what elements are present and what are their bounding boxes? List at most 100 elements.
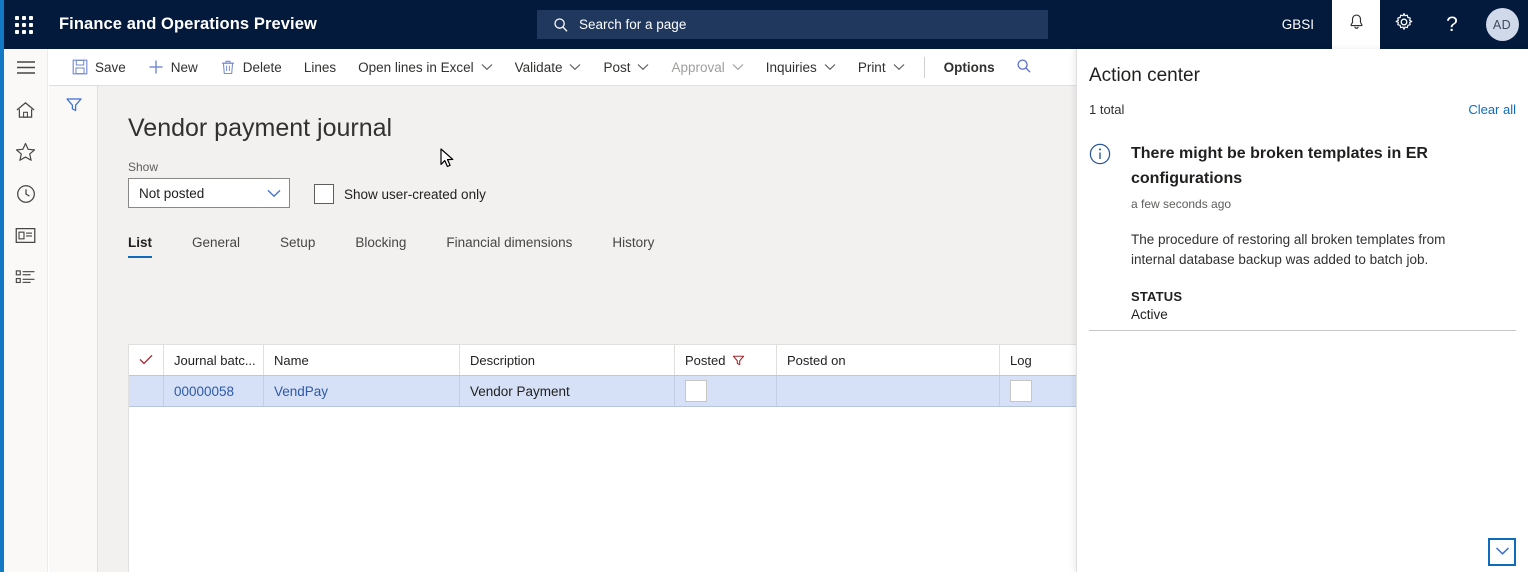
notification-status-label: STATUS — [1131, 289, 1183, 304]
chevron-down-icon — [732, 63, 744, 71]
action-center-title: Action center — [1089, 65, 1200, 86]
settings-button[interactable] — [1380, 0, 1428, 49]
clear-all-button[interactable]: Clear all — [1468, 102, 1516, 117]
help-button[interactable]: ? — [1428, 0, 1476, 49]
column-header-journal-batch[interactable]: Journal batc... — [164, 345, 264, 375]
show-label: Show — [128, 160, 159, 174]
notification-message: The procedure of restoring all broken te… — [1131, 232, 1446, 267]
print-label: Print — [857, 59, 886, 75]
notifications-button[interactable] — [1332, 0, 1380, 49]
print-button[interactable]: Print — [847, 49, 916, 86]
lines-button[interactable]: Lines — [293, 49, 347, 86]
sort-ascending-icon — [256, 353, 263, 367]
tab-setup[interactable]: Setup — [280, 235, 315, 258]
show-user-created-only-label: Show user-created only — [344, 186, 486, 202]
open-lines-in-excel-button[interactable]: Open lines in Excel — [347, 49, 504, 86]
clock-icon — [16, 184, 36, 209]
chevron-down-icon — [481, 63, 493, 71]
column-header-log-label: Log — [1010, 352, 1032, 368]
row-select-cell[interactable] — [129, 376, 164, 406]
save-button[interactable]: Save — [61, 49, 137, 86]
left-navigation-rail — [4, 49, 48, 572]
cell-posted-on[interactable] — [777, 376, 1000, 406]
tab-financial-dimensions[interactable]: Financial dimensions — [446, 235, 572, 258]
tab-blocking[interactable]: Blocking — [355, 235, 406, 258]
select-all-column-header[interactable] — [129, 345, 164, 375]
tab-general[interactable]: General — [192, 235, 240, 258]
tab-list[interactable]: List — [128, 235, 153, 258]
cell-journal-batch[interactable]: 00000058 — [164, 376, 264, 406]
new-label: New — [170, 59, 198, 75]
journal-batch-link[interactable]: 00000058 — [174, 384, 234, 399]
bell-icon — [1347, 13, 1366, 37]
log-checkbox[interactable] — [1010, 380, 1032, 402]
chevron-down-icon — [893, 63, 905, 71]
show-user-created-only-checkbox[interactable]: Show user-created only — [314, 184, 486, 208]
posted-checkbox[interactable] — [685, 380, 707, 402]
show-select[interactable]: Not posted — [128, 178, 290, 208]
notification-item[interactable]: There might be broken templates in ER co… — [1089, 141, 1516, 322]
column-header-description[interactable]: Description — [460, 345, 675, 375]
command-bar-separator — [923, 56, 925, 78]
delete-label: Delete — [242, 59, 282, 75]
plus-icon — [148, 59, 164, 75]
save-label: Save — [95, 59, 126, 75]
search-icon — [1016, 58, 1032, 77]
chevron-down-icon — [267, 186, 281, 201]
chevron-down-icon — [1495, 543, 1510, 561]
column-header-posted-on[interactable]: Posted on — [777, 345, 1000, 375]
list-icon — [15, 268, 36, 292]
sidebar-item-favorites[interactable] — [4, 133, 48, 175]
name-link[interactable]: VendPay — [274, 384, 328, 399]
post-button[interactable]: Post — [592, 49, 660, 86]
left-accent-stripe — [0, 0, 4, 572]
notification-expand-button[interactable] — [1488, 538, 1516, 566]
sidebar-item-recent[interactable] — [4, 175, 48, 217]
column-header-posted-label: Posted — [685, 352, 726, 368]
options-label: Options — [943, 59, 995, 75]
sidebar-item-workspaces[interactable] — [4, 217, 48, 259]
column-header-name[interactable]: Name — [264, 345, 460, 375]
show-select-value: Not posted — [139, 185, 205, 201]
new-button[interactable]: New — [137, 49, 209, 86]
lines-label: Lines — [303, 59, 337, 75]
search-icon — [553, 17, 569, 33]
app-launcher-icon[interactable] — [0, 0, 48, 49]
validate-label: Validate — [514, 59, 563, 75]
post-label: Post — [603, 59, 631, 75]
validate-button[interactable]: Validate — [504, 49, 593, 86]
filter-funnel-button[interactable] — [49, 85, 98, 129]
checkmark-icon — [139, 353, 153, 368]
chevron-down-icon — [824, 63, 836, 71]
global-search[interactable]: Search for a page — [537, 10, 1048, 39]
options-button[interactable]: Options — [933, 49, 1006, 86]
tab-history[interactable]: History — [612, 235, 654, 258]
notification-timestamp: a few seconds ago — [1131, 197, 1232, 211]
notification-title: There might be broken templates in ER co… — [1131, 145, 1428, 187]
hamburger-menu-button[interactable] — [4, 49, 48, 91]
notification-status-value: Active — [1131, 307, 1168, 322]
gear-icon — [1394, 12, 1414, 37]
company-selector[interactable]: GBSI — [1264, 0, 1332, 49]
delete-button[interactable]: Delete — [209, 49, 293, 86]
user-account-button[interactable]: AD — [1476, 0, 1528, 49]
home-icon — [15, 100, 36, 125]
column-header-posted-on-label: Posted on — [787, 352, 846, 368]
app-title: Finance and Operations Preview — [59, 15, 317, 33]
cell-name[interactable]: VendPay — [264, 376, 460, 406]
column-header-posted[interactable]: Posted — [675, 345, 777, 375]
chevron-down-icon — [569, 63, 581, 71]
app-root: Finance and Operations Preview Search fo… — [0, 0, 1528, 572]
sidebar-item-home[interactable] — [4, 91, 48, 133]
notification-total: 1 total — [1089, 102, 1125, 117]
filter-funnel-icon — [732, 354, 745, 367]
chevron-down-icon — [637, 63, 649, 71]
cell-posted[interactable] — [675, 376, 777, 406]
notification-divider — [1089, 330, 1516, 331]
command-search-button[interactable] — [1006, 49, 1042, 86]
cell-description[interactable]: Vendor Payment — [460, 376, 675, 406]
action-center-panel: Action center 1 total Clear all There mi… — [1076, 49, 1528, 572]
sidebar-item-modules[interactable] — [4, 259, 48, 301]
inquiries-button[interactable]: Inquiries — [755, 49, 847, 86]
column-header-description-label: Description — [470, 352, 536, 368]
